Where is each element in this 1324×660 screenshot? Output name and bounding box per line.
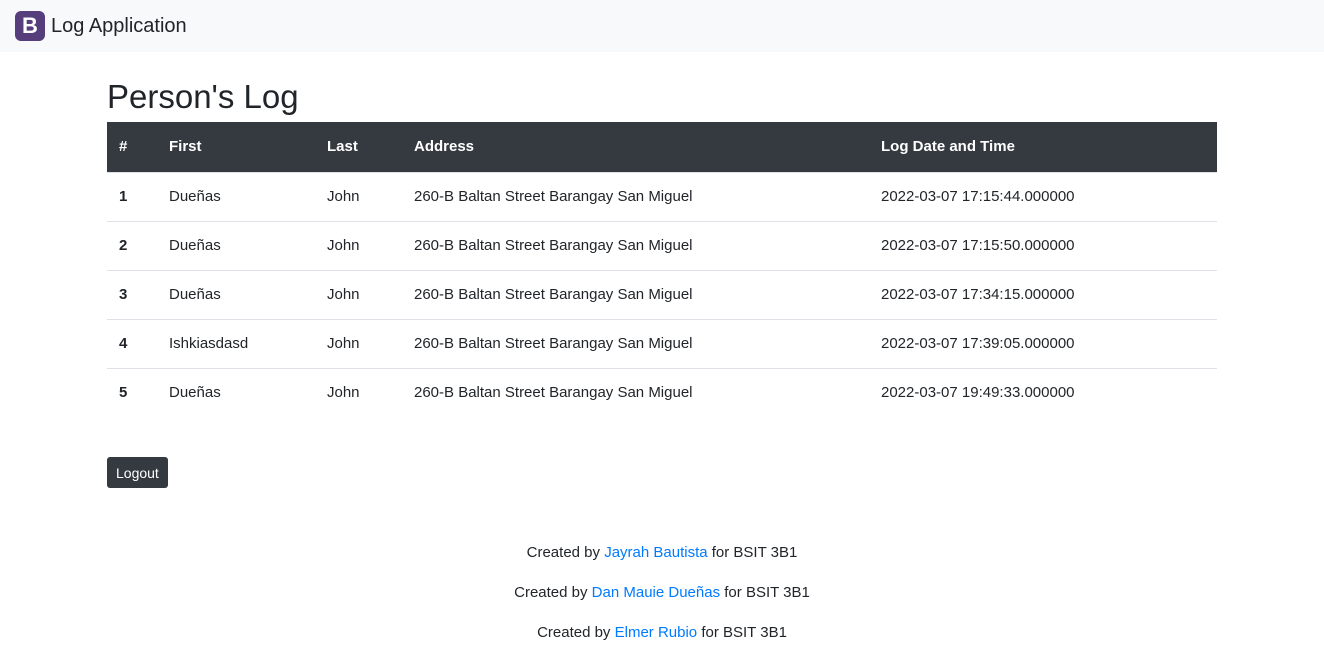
log-table: # First Last Address Log Date and Time 1…	[107, 122, 1217, 417]
column-header-log-datetime: Log Date and Time	[881, 138, 1015, 156]
cell-datetime: 2022-03-07 17:15:50.000000	[881, 237, 1075, 254]
cell-last: John	[327, 286, 360, 303]
cell-address: 260-B Baltan Street Barangay San Miguel	[414, 188, 693, 205]
logout-button[interactable]: Logout	[107, 457, 168, 488]
cell-first: Dueñas	[169, 286, 221, 303]
cell-datetime: 2022-03-07 17:34:15.000000	[881, 286, 1075, 303]
cell-address: 260-B Baltan Street Barangay San Miguel	[414, 237, 693, 254]
credit-prefix: Created by	[514, 584, 588, 601]
cell-datetime: 2022-03-07 17:39:05.000000	[881, 335, 1075, 352]
cell-first: Dueñas	[169, 237, 221, 254]
credit-suffix: for BSIT 3B1	[724, 584, 810, 601]
table-row: 2 Dueñas John 260-B Baltan Street Barang…	[107, 221, 1217, 270]
table-row: 3 Dueñas John 260-B Baltan Street Barang…	[107, 270, 1217, 319]
cell-number: 5	[119, 384, 128, 402]
cell-last: John	[327, 335, 360, 352]
column-header-first: First	[169, 138, 202, 156]
main-container: Person's Log # First Last Address Log Da…	[107, 52, 1217, 488]
footer: Created by Jayrah Bautista for BSIT 3B1 …	[0, 540, 1324, 660]
app-title: Log Application	[51, 14, 187, 37]
credit-line: Created by Elmer Rubio for BSIT 3B1	[0, 620, 1324, 660]
cell-number: 1	[119, 188, 128, 205]
cell-last: John	[327, 384, 360, 402]
credit-prefix: Created by	[526, 544, 601, 561]
credit-suffix: for BSIT 3B1	[701, 624, 787, 641]
cell-number: 4	[119, 335, 128, 352]
cell-datetime: 2022-03-07 17:15:44.000000	[881, 188, 1075, 205]
cell-datetime: 2022-03-07 19:49:33.000000	[881, 384, 1075, 402]
cell-address: 260-B Baltan Street Barangay San Miguel	[414, 384, 693, 402]
credit-suffix: for BSIT 3B1	[711, 544, 798, 561]
cell-address: 260-B Baltan Street Barangay San Miguel	[414, 286, 693, 303]
cell-number: 2	[119, 237, 128, 254]
column-header-number: #	[119, 138, 128, 156]
table-header: # First Last Address Log Date and Time	[107, 122, 1217, 172]
cell-first: Dueñas	[169, 188, 221, 205]
author-link[interactable]: Jayrah Bautista	[604, 544, 707, 561]
cell-last: John	[327, 188, 360, 205]
cell-number: 3	[119, 286, 128, 303]
navbar-brand[interactable]: B Log Application	[15, 11, 187, 41]
author-link[interactable]: Dan Mauie Dueñas	[592, 584, 720, 601]
credit-line: Created by Dan Mauie Dueñas for BSIT 3B1	[0, 580, 1324, 620]
page-title: Person's Log	[107, 78, 299, 115]
author-link[interactable]: Elmer Rubio	[615, 624, 698, 641]
credit-line: Created by Jayrah Bautista for BSIT 3B1	[0, 540, 1324, 580]
bootstrap-logo-icon: B	[15, 11, 45, 41]
table-body: 1 Dueñas John 260-B Baltan Street Barang…	[107, 172, 1217, 417]
table-header-row: # First Last Address Log Date and Time	[107, 122, 1217, 172]
table-row: 1 Dueñas John 260-B Baltan Street Barang…	[107, 172, 1217, 221]
cell-first: Dueñas	[169, 384, 221, 402]
navbar: B Log Application	[0, 0, 1324, 52]
cell-address: 260-B Baltan Street Barangay San Miguel	[414, 335, 693, 352]
column-header-address: Address	[414, 138, 475, 156]
credit-prefix: Created by	[537, 624, 611, 641]
table-row: 5 Dueñas John 260-B Baltan Street Barang…	[107, 368, 1217, 417]
column-header-last: Last	[327, 138, 358, 156]
cell-first: Ishkiasdasd	[169, 335, 249, 352]
table-row: 4 Ishkiasdasd John 260-B Baltan Street B…	[107, 319, 1217, 368]
cell-last: John	[327, 237, 360, 254]
